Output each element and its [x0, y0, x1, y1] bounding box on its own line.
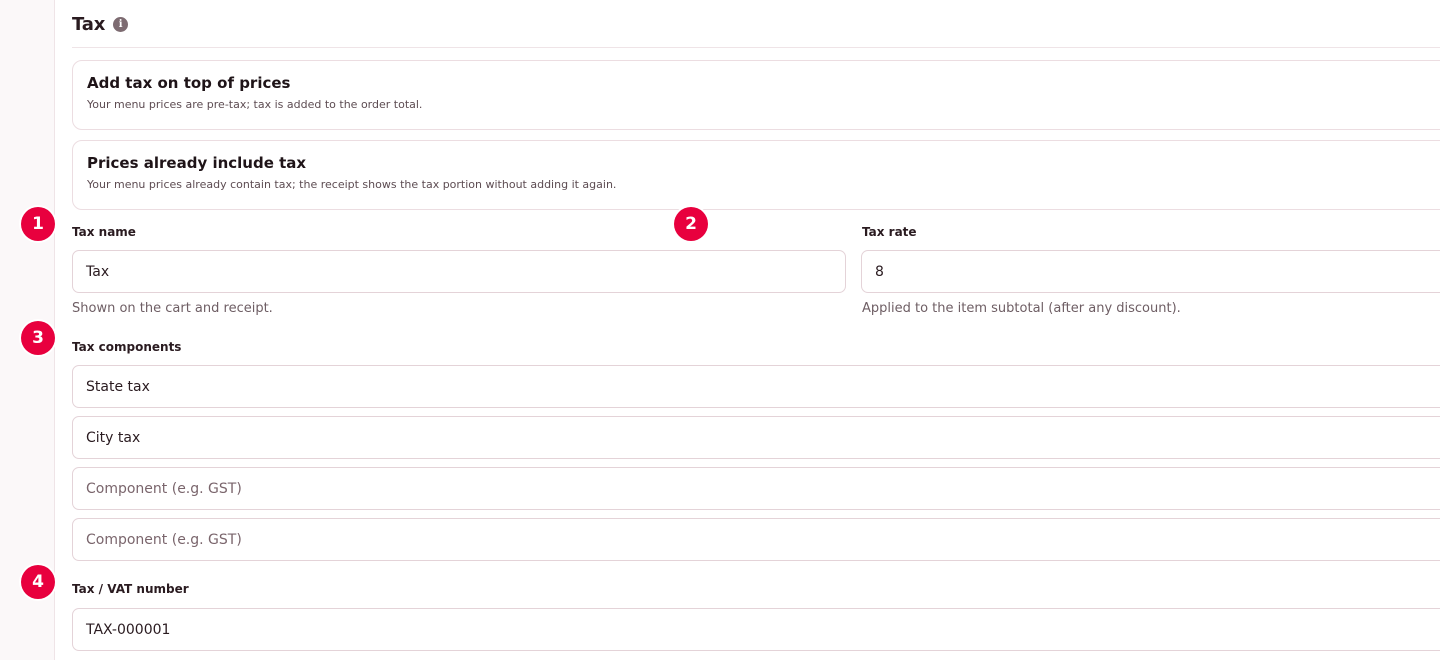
tax-name-label: Tax name	[72, 225, 136, 239]
option-add-tax-on-top[interactable]: Add tax on top of prices Your menu price…	[72, 60, 1440, 130]
option-prices-include-tax[interactable]: Prices already include tax Your menu pri…	[72, 140, 1440, 210]
option-title: Prices already include tax	[87, 154, 307, 172]
header-divider	[72, 47, 1440, 48]
tax-component-input[interactable]: State tax	[72, 365, 1440, 408]
tax-components-label: Tax components	[72, 340, 182, 354]
callout-badge-2: 2	[674, 207, 708, 241]
option-description: Your menu prices already contain tax; th…	[87, 178, 617, 191]
tax-settings-panel: Tax i Add tax on top of prices Your menu…	[54, 0, 1440, 660]
tax-component-input[interactable]: City tax	[72, 416, 1440, 459]
tax-rate-label: Tax rate	[862, 225, 917, 239]
tax-name-input[interactable]: Tax	[72, 250, 846, 293]
info-icon[interactable]: i	[113, 16, 129, 32]
tax-component-input-empty[interactable]: Component (e.g. GST)	[72, 518, 1440, 561]
callout-badge-3: 3	[21, 321, 55, 355]
tax-component-input-empty[interactable]: Component (e.g. GST)	[72, 467, 1440, 510]
section-header: Tax i	[72, 12, 129, 36]
page: Tax i Add tax on top of prices Your menu…	[0, 0, 1440, 660]
tax-rate-input[interactable]: 8	[861, 250, 1440, 293]
option-title: Add tax on top of prices	[87, 74, 291, 92]
callout-badge-1: 1	[21, 207, 55, 241]
section-title: Tax	[72, 13, 106, 35]
callout-badge-4: 4	[21, 565, 55, 599]
option-description: Your menu prices are pre-tax; tax is add…	[87, 98, 423, 111]
vat-number-label: Tax / VAT number	[72, 582, 189, 596]
vat-number-input[interactable]: TAX-000001	[72, 608, 1440, 651]
tax-name-help: Shown on the cart and receipt.	[72, 301, 273, 316]
tax-rate-help: Applied to the item subtotal (after any …	[862, 301, 1181, 316]
